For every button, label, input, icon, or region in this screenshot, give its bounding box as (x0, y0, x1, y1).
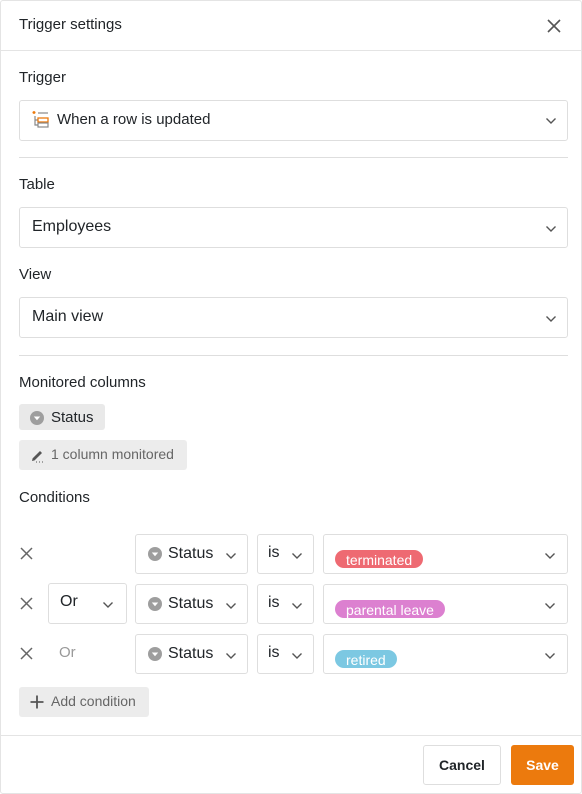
view-select[interactable]: Main view (19, 297, 568, 338)
value-tag-parental-leave: parental leave (335, 600, 445, 618)
section-divider (19, 355, 568, 356)
conditions-label: Conditions (19, 489, 90, 506)
connector-value: Or (60, 593, 78, 610)
monitored-column-chip-label: Status (51, 409, 94, 426)
chevron-down-icon (226, 653, 236, 659)
condition-column-value: Status (168, 545, 214, 562)
condition-column-select[interactable]: Status (135, 534, 248, 574)
condition-operator-select[interactable]: is (257, 584, 314, 624)
chevron-down-icon (546, 226, 556, 232)
view-value: Main view (32, 308, 104, 325)
pencil-icon (32, 451, 43, 463)
save-button[interactable]: Save (511, 745, 574, 785)
chevron-down-icon (226, 603, 236, 609)
monitored-columns-count: 1 column monitored (51, 446, 174, 462)
condition-column-select[interactable]: Status (135, 584, 248, 624)
footer-divider (1, 735, 581, 736)
condition-operator-value: is (268, 544, 280, 561)
edit-monitored-columns-button[interactable]: 1 column monitored (19, 440, 187, 470)
condition-operator-value: is (268, 594, 280, 611)
condition-column-value: Status (168, 645, 214, 662)
single-select-icon (148, 597, 162, 611)
single-select-icon (148, 647, 162, 661)
single-select-icon (30, 411, 44, 425)
chevron-down-icon (545, 603, 555, 609)
chevron-down-icon (226, 553, 236, 559)
trigger-value: When a row is updated (57, 111, 211, 128)
plus-icon (30, 695, 44, 709)
remove-x-icon[interactable] (20, 647, 33, 660)
single-select-icon (148, 547, 162, 561)
trigger-select[interactable]: When a row is updated (19, 100, 568, 141)
add-condition-label: Add condition (51, 693, 136, 709)
chevron-down-icon (103, 602, 113, 608)
table-label: Table (19, 176, 55, 193)
section-divider (19, 157, 568, 158)
condition-operator-select[interactable]: is (257, 634, 314, 674)
chevron-down-icon (292, 653, 302, 659)
condition-column-value: Status (168, 595, 214, 612)
connector-select[interactable]: Or (48, 583, 127, 624)
connector-label: Or (59, 644, 76, 661)
chevron-down-icon (292, 553, 302, 559)
chevron-down-icon (292, 603, 302, 609)
monitored-column-chip: Status (19, 404, 105, 430)
condition-column-select[interactable]: Status (135, 634, 248, 674)
monitored-columns-label: Monitored columns (19, 374, 146, 391)
close-icon[interactable] (544, 16, 564, 36)
remove-x-icon[interactable] (20, 597, 33, 610)
add-condition-button[interactable]: Add condition (19, 687, 149, 717)
dialog-header: Trigger settings (1, 1, 581, 51)
chevron-down-icon (546, 118, 556, 124)
chevron-down-icon (546, 316, 556, 322)
view-label: View (19, 266, 52, 283)
condition-value-select[interactable]: terminated (323, 534, 568, 574)
remove-x-icon[interactable] (20, 547, 33, 560)
chevron-down-icon (545, 553, 555, 559)
value-tag-retired: retired (335, 650, 397, 668)
condition-operator-select[interactable]: is (257, 534, 314, 574)
cancel-button[interactable]: Cancel (423, 745, 501, 785)
condition-value-select[interactable]: retired (323, 634, 568, 674)
table-value: Employees (32, 218, 112, 235)
table-select[interactable]: Employees (19, 207, 568, 248)
condition-value-select[interactable]: parental leave (323, 584, 568, 624)
trigger-label: Trigger (19, 69, 66, 86)
chevron-down-icon (545, 653, 555, 659)
trigger-settings-dialog: Trigger settings Trigger When a row is u… (0, 0, 582, 794)
condition-operator-value: is (268, 644, 280, 661)
dialog-title: Trigger settings (19, 16, 122, 33)
row-update-icon (32, 111, 49, 128)
value-tag-terminated: terminated (335, 550, 423, 568)
